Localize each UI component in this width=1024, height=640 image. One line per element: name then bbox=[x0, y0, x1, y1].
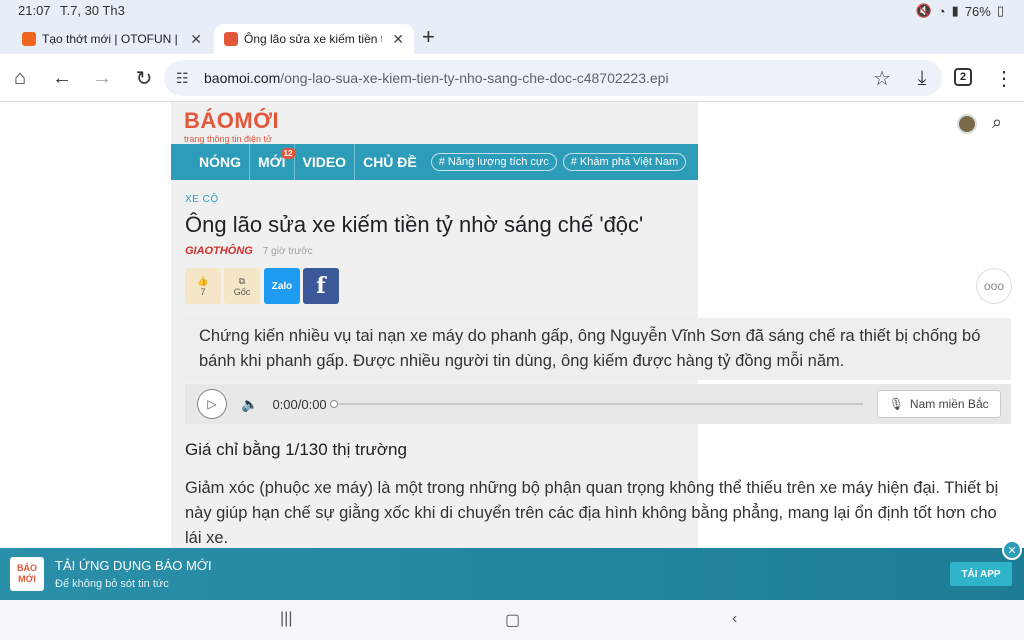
close-tab-icon[interactable]: ✕ bbox=[190, 31, 202, 48]
wifi-icon: ◔ bbox=[937, 3, 946, 19]
seek-handle[interactable] bbox=[329, 400, 338, 408]
volume-icon[interactable]: 🔈 bbox=[241, 396, 258, 413]
home-button-icon[interactable]: ▢ bbox=[505, 610, 520, 630]
status-date: T.7, 30 Th3 bbox=[60, 3, 125, 18]
tab-title: Tạo thớt mới | OTOFUN | CỘNG Đ bbox=[42, 32, 180, 46]
article-subheading: Giá chỉ bằng 1/130 thị trường bbox=[185, 440, 407, 459]
browser-toolbar: ⌂ ← → ↻ ☷ baomoi.com/ong-lao-sua-xe-kiem… bbox=[0, 54, 1024, 102]
site-logo[interactable]: BÁOMỚI trang thông tin điện tử bbox=[184, 108, 279, 144]
app-download-banner: BÁO MỚI TẢI ỨNG DỤNG BÁO MỚI Để không bỏ… bbox=[0, 540, 1024, 600]
topic-pill[interactable]: # Khám phá Việt Nam bbox=[562, 153, 687, 171]
download-icon[interactable]: ⤓ bbox=[910, 66, 934, 90]
play-icon[interactable]: ▷ bbox=[197, 389, 227, 419]
close-tab-icon[interactable]: ✕ bbox=[392, 31, 404, 48]
publish-time: 7 giờ trước bbox=[262, 245, 313, 257]
article-summary: Chứng kiến nhiều vụ tai nạn xe máy do ph… bbox=[185, 318, 1011, 380]
battery-text: 76% bbox=[964, 3, 991, 19]
thumbs-up-icon: 👍 bbox=[197, 275, 209, 286]
forward-icon[interactable]: → bbox=[90, 66, 114, 90]
mute-icon: 🔇 bbox=[915, 3, 932, 18]
article-category[interactable]: XE CỘ bbox=[185, 194, 219, 205]
baomoi-app-logo: BÁO MỚI bbox=[10, 557, 44, 591]
system-back-icon[interactable]: ‹ bbox=[732, 610, 737, 628]
otofun-favicon-icon bbox=[22, 32, 36, 46]
recent-apps-icon[interactable]: ||| bbox=[280, 610, 292, 628]
avatar[interactable] bbox=[957, 114, 977, 134]
nav-video[interactable]: VIDEO bbox=[295, 144, 356, 180]
baomoi-favicon-icon bbox=[224, 32, 238, 46]
audio-player: ▷ 🔈 0:00/0:00 🎙 Nam miền Bắc bbox=[185, 384, 1011, 424]
url-path: /ong-lao-sua-xe-kiem-tien-ty-nho-sang-ch… bbox=[280, 70, 669, 86]
banner-subtitle: Để không bỏ sót tin tức bbox=[55, 578, 169, 590]
url-host: baomoi.com bbox=[204, 70, 281, 86]
article-source: GIAOTHÔNG 7 giờ trước bbox=[185, 245, 313, 257]
share-facebook-button[interactable]: f bbox=[303, 268, 339, 304]
status-icons: 🔇 ◔ ▮ 76% ▯ bbox=[916, 3, 1004, 19]
bookmark-star-icon[interactable]: ☆ bbox=[870, 66, 894, 90]
article-title: Ông lão sửa xe kiếm tiền tỷ nhờ sáng chế… bbox=[185, 212, 644, 237]
origin-button[interactable]: ⧉ Gốc bbox=[224, 268, 260, 304]
signal-icon: ▮ bbox=[951, 3, 959, 18]
article-paragraph: Giảm xóc (phuộc xe máy) là một trong nhữ… bbox=[185, 479, 999, 547]
app-logo-line2: MỚI bbox=[18, 574, 36, 584]
zalo-icon: Zalo bbox=[271, 280, 293, 292]
voice-select[interactable]: 🎙 Nam miền Bắc bbox=[876, 390, 1001, 418]
nav-hot[interactable]: NÓNG bbox=[171, 144, 250, 180]
app-logo-line1: BÁO bbox=[17, 563, 37, 573]
ellipsis-icon: ooo bbox=[983, 279, 1005, 293]
back-icon[interactable]: ← bbox=[50, 66, 74, 90]
tab-baomoi[interactable]: Ông lão sửa xe kiếm tiền tỷ nhờ sáng chế… bbox=[214, 24, 414, 54]
logo-text: BÁOMỚI bbox=[184, 108, 280, 133]
page-content: BÁOMỚI trang thông tin điện tử ⌕ NÓNG MỚ… bbox=[0, 102, 1024, 600]
menu-kebab-icon[interactable]: ⋮ bbox=[992, 66, 1016, 90]
like-count: 7 bbox=[200, 286, 206, 297]
tab-otofun[interactable]: Tạo thớt mới | OTOFUN | CỘNG Đ ✕ bbox=[12, 24, 212, 54]
close-banner-icon[interactable]: ✕ bbox=[1002, 540, 1022, 560]
site-nav: NÓNG MỚI 12 VIDEO CHỦ ĐỀ # Năng lượng tíc… bbox=[171, 144, 698, 180]
more-options-button[interactable]: ooo bbox=[976, 268, 1012, 304]
nav-new[interactable]: MỚI 12 bbox=[250, 144, 296, 180]
banner-title: TẢI ỨNG DỤNG BÁO MỚI bbox=[55, 558, 212, 573]
publisher-logo[interactable]: GIAOTHÔNG bbox=[185, 245, 253, 257]
audio-time: 0:00/0:00 bbox=[272, 396, 327, 412]
home-icon[interactable]: ⌂ bbox=[8, 66, 32, 90]
like-button[interactable]: 👍 7 bbox=[185, 268, 221, 304]
copy-icon: ⧉ bbox=[238, 275, 246, 286]
topic-pill[interactable]: # Năng lượng tích cực bbox=[430, 153, 557, 171]
search-icon[interactable]: ⌕ bbox=[992, 112, 1002, 133]
reload-icon[interactable]: ↻ bbox=[132, 66, 156, 90]
voice-label: Nam miền Bắc bbox=[909, 397, 989, 411]
logo-tagline: trang thông tin điện tử bbox=[184, 134, 273, 144]
tab-switcher-button[interactable]: 2 bbox=[954, 68, 972, 86]
microphone-icon: 🎙 bbox=[888, 397, 904, 411]
status-time: 21:07 bbox=[18, 3, 51, 18]
tab-strip: Tạo thớt mới | OTOFUN | CỘNG Đ ✕ Ông lão… bbox=[0, 22, 1024, 54]
origin-label: Gốc bbox=[233, 286, 251, 297]
status-bar: 21:07 T.7, 30 Th3 🔇 ◔ ▮ 76% ▯ bbox=[0, 0, 1024, 22]
address-bar[interactable]: ☷ baomoi.com/ong-lao-sua-xe-kiem-tien-ty… bbox=[164, 60, 942, 96]
nav-new-badge: 12 bbox=[280, 148, 296, 159]
tab-title: Ông lão sửa xe kiếm tiền tỷ nhờ sáng chế bbox=[244, 32, 382, 46]
new-tab-icon[interactable]: + bbox=[422, 24, 435, 50]
get-app-button[interactable]: TẢI APP bbox=[950, 562, 1012, 586]
facebook-icon: f bbox=[316, 273, 326, 299]
nav-topics[interactable]: CHỦ ĐỀ bbox=[355, 144, 425, 180]
battery-icon: ▯ bbox=[996, 3, 1004, 18]
audio-seek-bar[interactable] bbox=[329, 400, 863, 408]
site-settings-icon[interactable]: ☷ bbox=[176, 70, 196, 87]
system-nav-bar: ||| ▢ ‹ bbox=[0, 600, 1024, 640]
share-zalo-button[interactable]: Zalo bbox=[264, 268, 300, 304]
